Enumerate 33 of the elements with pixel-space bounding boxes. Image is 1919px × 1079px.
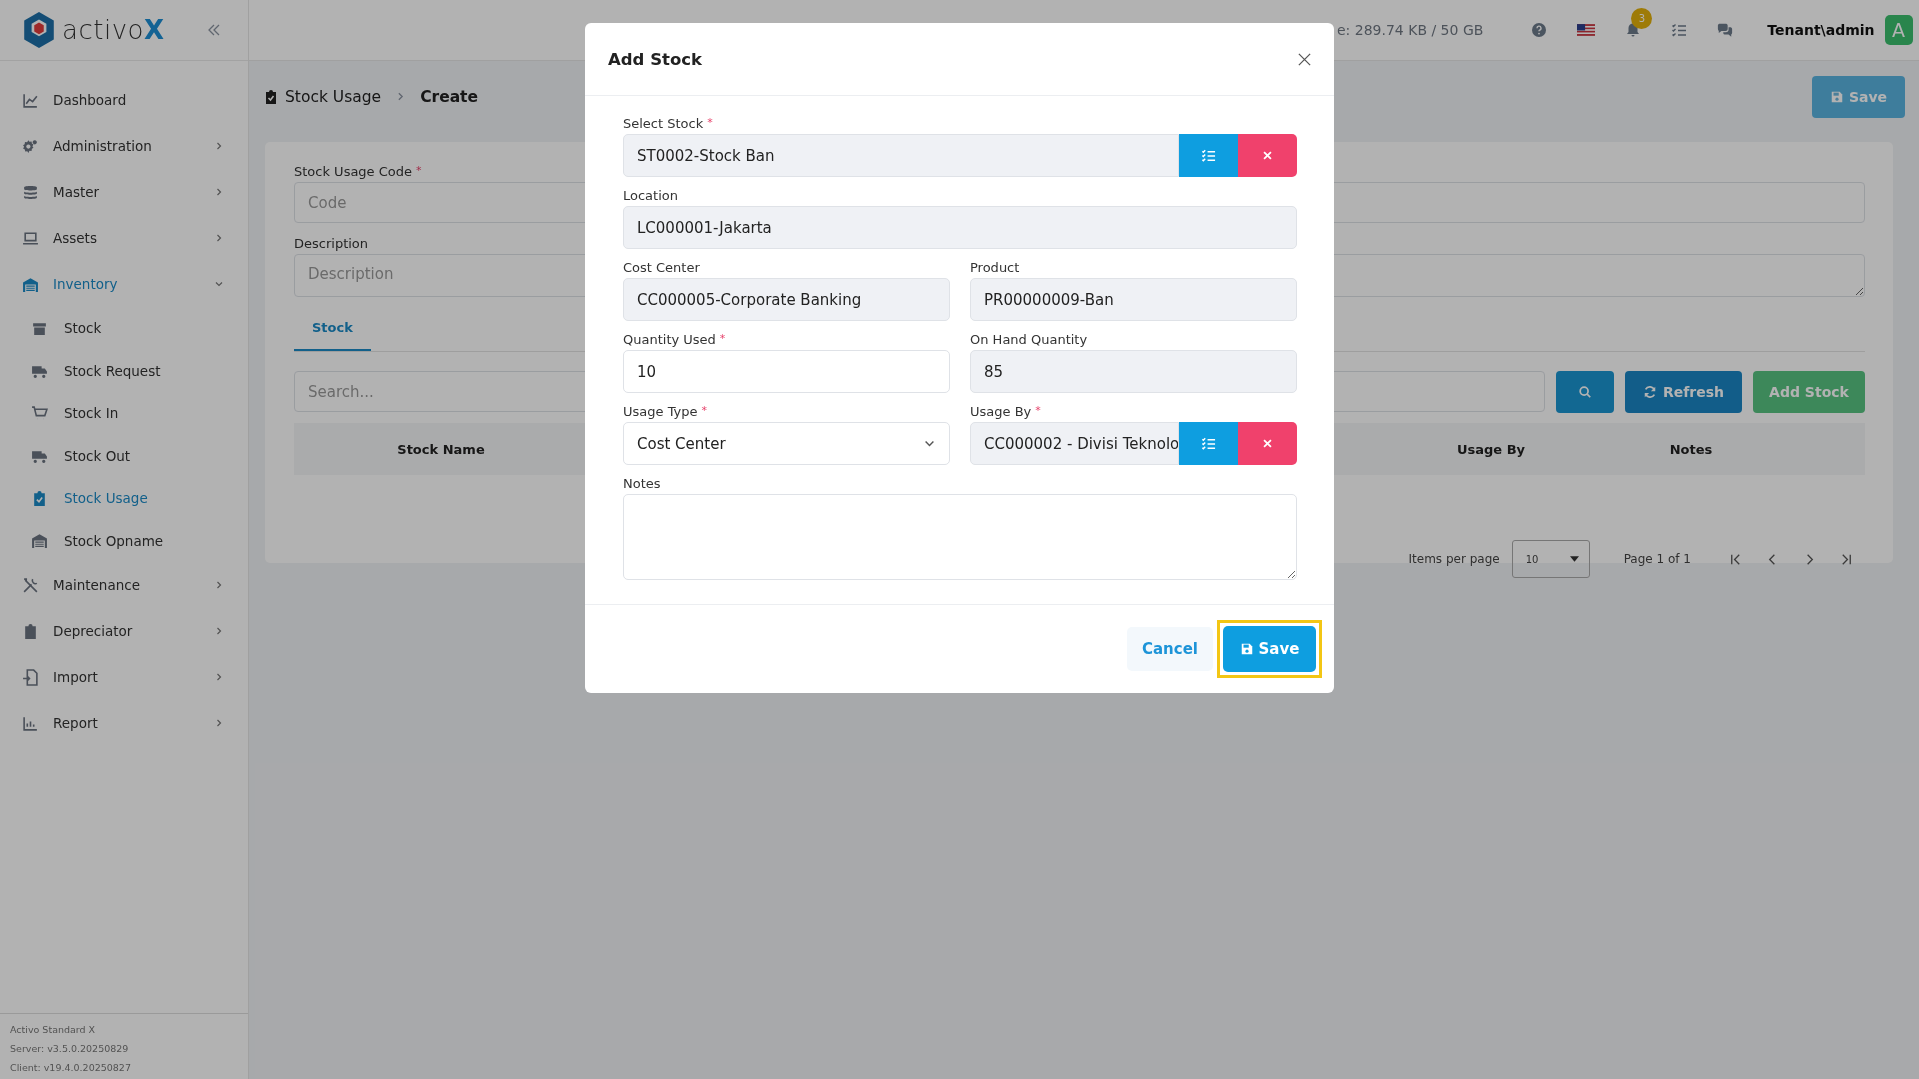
storage-usage-text: e: 289.74 KB / 50 GB [1337, 22, 1484, 38]
logo-text: activoX [62, 15, 165, 45]
required-mark: * [719, 332, 726, 345]
notification-badge: 3 [1631, 8, 1653, 29]
field-label: Usage Type [623, 404, 698, 419]
column-header: Usage By [1455, 441, 1527, 457]
field-label: Usage By [970, 404, 1032, 419]
column-header: Notes [1668, 441, 1714, 457]
items-per-page-label: Items per page [1408, 552, 1500, 566]
required-mark: * [707, 116, 713, 129]
version-text: Server: v3.5.0.20250829 [10, 1042, 130, 1056]
version-text: Client: v19.4.0.20250827 [10, 1061, 132, 1075]
required-mark: * [416, 164, 422, 177]
dialog-title: Add Stock [608, 49, 702, 69]
field-label: Product [970, 260, 1020, 275]
page-info: Page 1 of 1 [1623, 552, 1691, 566]
field-label: Notes [623, 476, 661, 491]
field-label: On Hand Quantity [970, 332, 1088, 347]
column-header: Stock Name [396, 441, 486, 457]
readonly-field: PR00000009-Ban [970, 278, 1297, 321]
readonly-field: CC000005-Corporate Banking [623, 278, 950, 321]
field-label: Stock Usage Code [294, 164, 413, 179]
readonly-field: LC000001-Jakarta [623, 206, 1297, 249]
field-label: Cost Center [623, 260, 700, 275]
required-mark: * [1035, 404, 1041, 417]
version-text: Activo Standard X [10, 1023, 97, 1037]
field-label: Select Stock [623, 116, 704, 131]
required-mark: * [701, 404, 707, 417]
field-label: Location [623, 188, 678, 203]
field-label: Quantity Used [623, 332, 716, 347]
readonly-field: 85 [970, 350, 1297, 393]
breadcrumb-current: Create [420, 87, 479, 106]
field-label: Description [294, 236, 369, 251]
